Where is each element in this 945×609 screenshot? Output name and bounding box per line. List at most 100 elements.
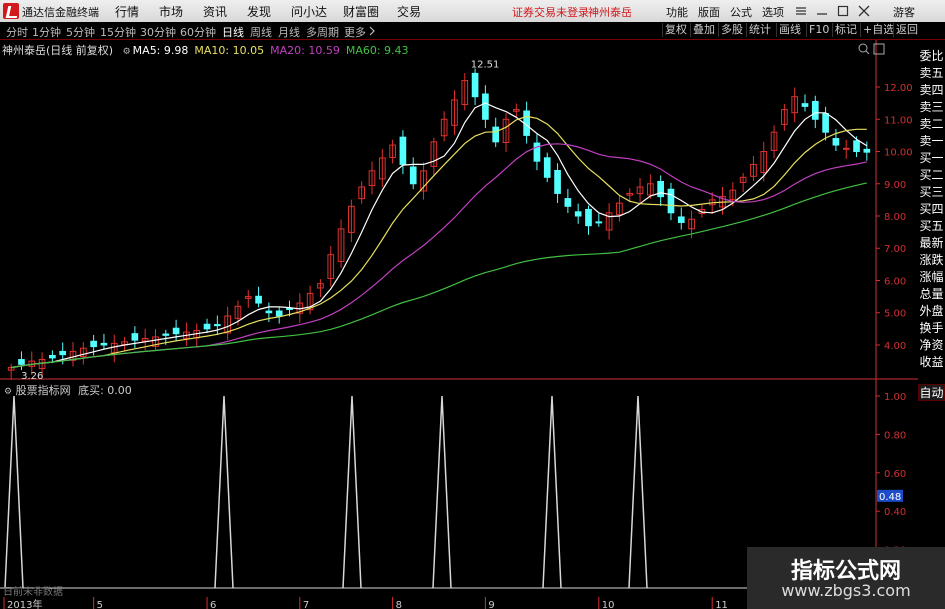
- candle-body: [172, 327, 180, 335]
- candle-body: [543, 157, 551, 178]
- period-tab-60min[interactable]: 60分钟: [180, 24, 216, 40]
- menu-ask[interactable]: 问小达: [291, 3, 327, 20]
- auto-scale-button[interactable]: 自动: [918, 384, 945, 401]
- tool-mark[interactable]: 标记: [832, 23, 859, 37]
- menu-discover[interactable]: 发现: [247, 3, 271, 20]
- watermark: 指标公式网 www.zbgs3.com: [747, 547, 945, 609]
- login-button[interactable]: 游客: [893, 4, 915, 20]
- maximize-icon[interactable]: [837, 5, 849, 17]
- tool-multi-stock[interactable]: 多股: [718, 23, 745, 37]
- period-tab-monthly[interactable]: 月线: [278, 24, 300, 40]
- side-tab-sell1[interactable]: 卖一: [918, 133, 945, 150]
- side-tab-buy2[interactable]: 买二: [918, 167, 945, 184]
- period-tab-timeshare[interactable]: 分时: [6, 24, 28, 40]
- side-tab-buy1[interactable]: 买一: [918, 150, 945, 167]
- tool-overlay[interactable]: 叠加: [690, 23, 717, 37]
- candle-body: [255, 295, 262, 304]
- price-tick-label: 6.00: [884, 276, 906, 287]
- trade-login-notice[interactable]: 证券交易未登录: [512, 4, 589, 20]
- chart-canvas[interactable]: 12.0011.0010.009.008.007.006.005.004.00 …: [0, 40, 918, 609]
- side-tab-weibi[interactable]: 委比: [918, 48, 945, 65]
- side-tab-buy5[interactable]: 买五: [918, 218, 945, 235]
- candle-body: [554, 169, 561, 194]
- ma5-value: MA5: 9.98: [132, 44, 189, 57]
- side-tab-turnover[interactable]: 换手: [918, 320, 945, 337]
- candle-body: [265, 310, 273, 314]
- period-tab-5min[interactable]: 5分钟: [66, 24, 95, 40]
- side-tab-latest[interactable]: 最新: [918, 235, 945, 252]
- candle-body: [667, 188, 675, 214]
- side-tab-sell4[interactable]: 卖四: [918, 82, 945, 99]
- side-tab-change[interactable]: 涨跌: [918, 252, 945, 269]
- side-tab-volume[interactable]: 总量: [918, 286, 945, 303]
- tool-draw-line[interactable]: 画线: [776, 23, 803, 37]
- indicator-line-value: 底买: 0.00: [78, 384, 132, 397]
- high-price-label: 12.51: [471, 60, 500, 71]
- expand-icon[interactable]: [873, 43, 885, 55]
- price-tick-label: 10.00: [884, 148, 913, 159]
- menu-wealth[interactable]: 财富圈: [343, 3, 379, 20]
- period-tab-30min[interactable]: 30分钟: [140, 24, 176, 40]
- menu-options[interactable]: 选项: [762, 4, 784, 20]
- side-tab-sell2[interactable]: 卖二: [918, 116, 945, 133]
- date-tick-label: 8: [396, 600, 402, 609]
- candle-body: [482, 93, 489, 120]
- indicator-tick-label: 0.40: [884, 507, 906, 518]
- side-tab-outer[interactable]: 外盘: [918, 303, 945, 320]
- menu-market[interactable]: 市场: [159, 3, 183, 20]
- menu-icon[interactable]: [795, 5, 807, 17]
- tool-f10[interactable]: F10: [806, 23, 831, 37]
- indicator-settings-icon[interactable]: ⚙: [4, 387, 12, 397]
- close-icon[interactable]: [858, 5, 870, 17]
- menu-layout[interactable]: 版面: [698, 4, 720, 20]
- candle-body: [471, 72, 479, 98]
- period-tab-multi[interactable]: 多周期: [306, 24, 339, 40]
- tool-stats[interactable]: 统计: [746, 23, 773, 37]
- period-tab-15min[interactable]: 15分钟: [100, 24, 136, 40]
- side-tab-buy4[interactable]: 买四: [918, 201, 945, 218]
- period-tab-weekly[interactable]: 周线: [250, 24, 272, 40]
- side-tab-buy3[interactable]: 买三: [918, 184, 945, 201]
- side-tab-change-pct[interactable]: 涨幅: [918, 269, 945, 286]
- date-tick-label: 2013年: [7, 598, 42, 609]
- side-tab-net-assets[interactable]: 净资: [918, 337, 945, 354]
- side-tab-sell5[interactable]: 卖五: [918, 65, 945, 82]
- ma20-value: MA20: 10.59: [270, 44, 340, 57]
- candle-body: [275, 310, 283, 317]
- tool-back[interactable]: 返回: [893, 23, 920, 37]
- candle-body: [832, 138, 840, 146]
- ma60-value: MA60: 9.43: [345, 44, 409, 57]
- candle-body: [564, 198, 572, 207]
- date-tick-label: 7: [303, 600, 309, 609]
- zoom-in-icon[interactable]: [858, 43, 870, 55]
- app-title: 通达信金融终端: [22, 6, 99, 19]
- price-tick-label: 11.00: [884, 115, 913, 126]
- candle-body: [811, 100, 819, 120]
- period-tab-1min[interactable]: 1分钟: [32, 24, 61, 40]
- candle-body: [214, 324, 221, 327]
- menu-formula[interactable]: 公式: [730, 4, 752, 20]
- minimize-icon[interactable]: [816, 5, 828, 17]
- date-tick-label: 10: [602, 600, 615, 609]
- menu-news[interactable]: 资讯: [203, 3, 227, 20]
- indicator-title: ⚙ 股票指标网 底买: 0.00: [4, 382, 132, 398]
- menu-trade[interactable]: 交易: [397, 3, 421, 20]
- tool-adjust[interactable]: 复权: [662, 23, 689, 37]
- chevron-right-icon[interactable]: [368, 26, 376, 36]
- menu-quotes[interactable]: 行情: [115, 3, 139, 20]
- price-tick-label: 5.00: [884, 309, 906, 320]
- menu-function[interactable]: 功能: [666, 4, 688, 20]
- side-tab-sell3[interactable]: 卖三: [918, 99, 945, 116]
- title-bar: 通达信金融终端 行情 市场 资讯 发现 问小达 财富圈 交易 证券交易未登录 神…: [0, 0, 945, 23]
- side-tab-earnings[interactable]: 收益: [918, 354, 945, 371]
- period-tab-daily[interactable]: 日线: [222, 24, 244, 40]
- settings-gear-icon[interactable]: ⚙: [123, 47, 131, 57]
- indicator-lines: [0, 395, 876, 589]
- candle-body: [853, 140, 860, 153]
- period-tab-more[interactable]: 更多: [344, 24, 366, 40]
- indicator-spike: [4, 395, 24, 589]
- tool-add-favorite[interactable]: +自选: [860, 23, 896, 37]
- candle-body: [59, 350, 67, 356]
- candle-body: [286, 307, 293, 311]
- date-tick-label: 5: [97, 600, 103, 609]
